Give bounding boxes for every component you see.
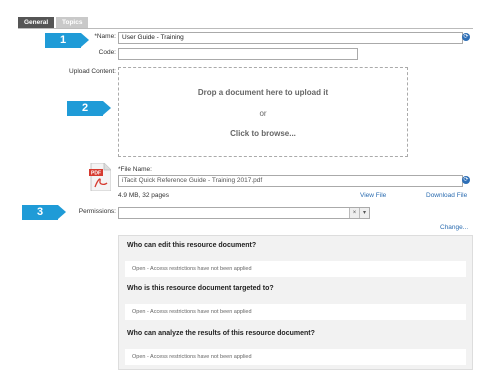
permission-answer-edit: Open - Access restrictions have not been… xyxy=(125,261,466,277)
refresh-file-icon[interactable]: ⟳ xyxy=(462,176,470,184)
code-label: Code: xyxy=(98,49,116,56)
refresh-icon[interactable]: ⟳ xyxy=(462,33,470,41)
name-input[interactable]: User Guide - Training xyxy=(118,32,463,44)
permission-question-target: Who is this resource document targeted t… xyxy=(127,285,274,292)
file-name-label: *File Name: xyxy=(118,166,152,173)
dropzone-text-drop: Drop a document here to upload it xyxy=(197,88,329,97)
change-permissions-link[interactable]: Change... xyxy=(440,224,468,231)
file-name-input[interactable]: iTacit Quick Reference Guide - Training … xyxy=(118,175,463,187)
download-file-link[interactable]: Download File xyxy=(426,192,467,199)
step-2-badge: 2 xyxy=(67,101,111,116)
dropzone-text-or: or xyxy=(259,109,267,118)
permission-answer-analyze: Open - Access restrictions have not been… xyxy=(125,349,466,365)
pdf-icon: PDF xyxy=(89,163,111,191)
tab-divider xyxy=(18,28,473,29)
chevron-down-icon[interactable]: ▾ xyxy=(359,208,369,218)
permission-question-analyze: Who can analyze the results of this reso… xyxy=(127,330,315,337)
name-label: *Name: xyxy=(94,33,116,40)
svg-text:PDF: PDF xyxy=(91,171,101,177)
step-1-badge: 1 xyxy=(45,33,89,48)
permissions-label: Permissions: xyxy=(78,208,116,215)
file-meta: 4.9 MB, 32 pages xyxy=(118,192,169,199)
tab-topics[interactable]: Topics xyxy=(56,17,89,28)
permission-question-edit: Who can edit this resource document? xyxy=(127,242,257,249)
permissions-select[interactable]: × ▾ xyxy=(118,207,370,219)
upload-dropzone[interactable]: Drop a document here to upload it or Cli… xyxy=(118,67,408,157)
permission-answer-target: Open - Access restrictions have not been… xyxy=(125,304,466,320)
upload-content-label: Upload Content: xyxy=(69,68,116,75)
clear-icon[interactable]: × xyxy=(349,208,359,218)
view-file-link[interactable]: View File xyxy=(360,192,386,199)
tab-general[interactable]: General xyxy=(18,17,55,28)
dropzone-browse-link[interactable]: Click to browse... xyxy=(119,129,407,138)
permissions-panel: Who can edit this resource document? Ope… xyxy=(118,235,473,370)
code-input[interactable] xyxy=(118,48,358,60)
step-3-badge: 3 xyxy=(22,205,66,220)
